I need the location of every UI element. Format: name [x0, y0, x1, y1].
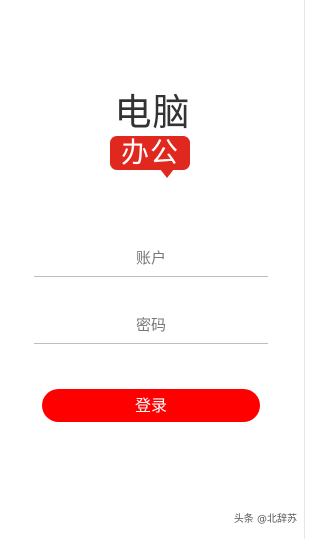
- logo-badge: 办公: [110, 136, 190, 170]
- window-edge: [304, 0, 305, 539]
- username-field: [34, 240, 268, 277]
- password-field: [34, 307, 268, 344]
- username-input[interactable]: [34, 240, 268, 276]
- watermark-text: 头条 @北辞苏: [233, 514, 297, 525]
- logo-badge-text: 办公: [120, 136, 179, 169]
- app-logo: 电脑 办公: [110, 92, 195, 184]
- logo-badge-tail: [160, 169, 174, 178]
- logo-title: 电脑: [114, 91, 191, 134]
- login-button[interactable]: 登录: [42, 389, 260, 422]
- password-input[interactable]: [34, 307, 268, 343]
